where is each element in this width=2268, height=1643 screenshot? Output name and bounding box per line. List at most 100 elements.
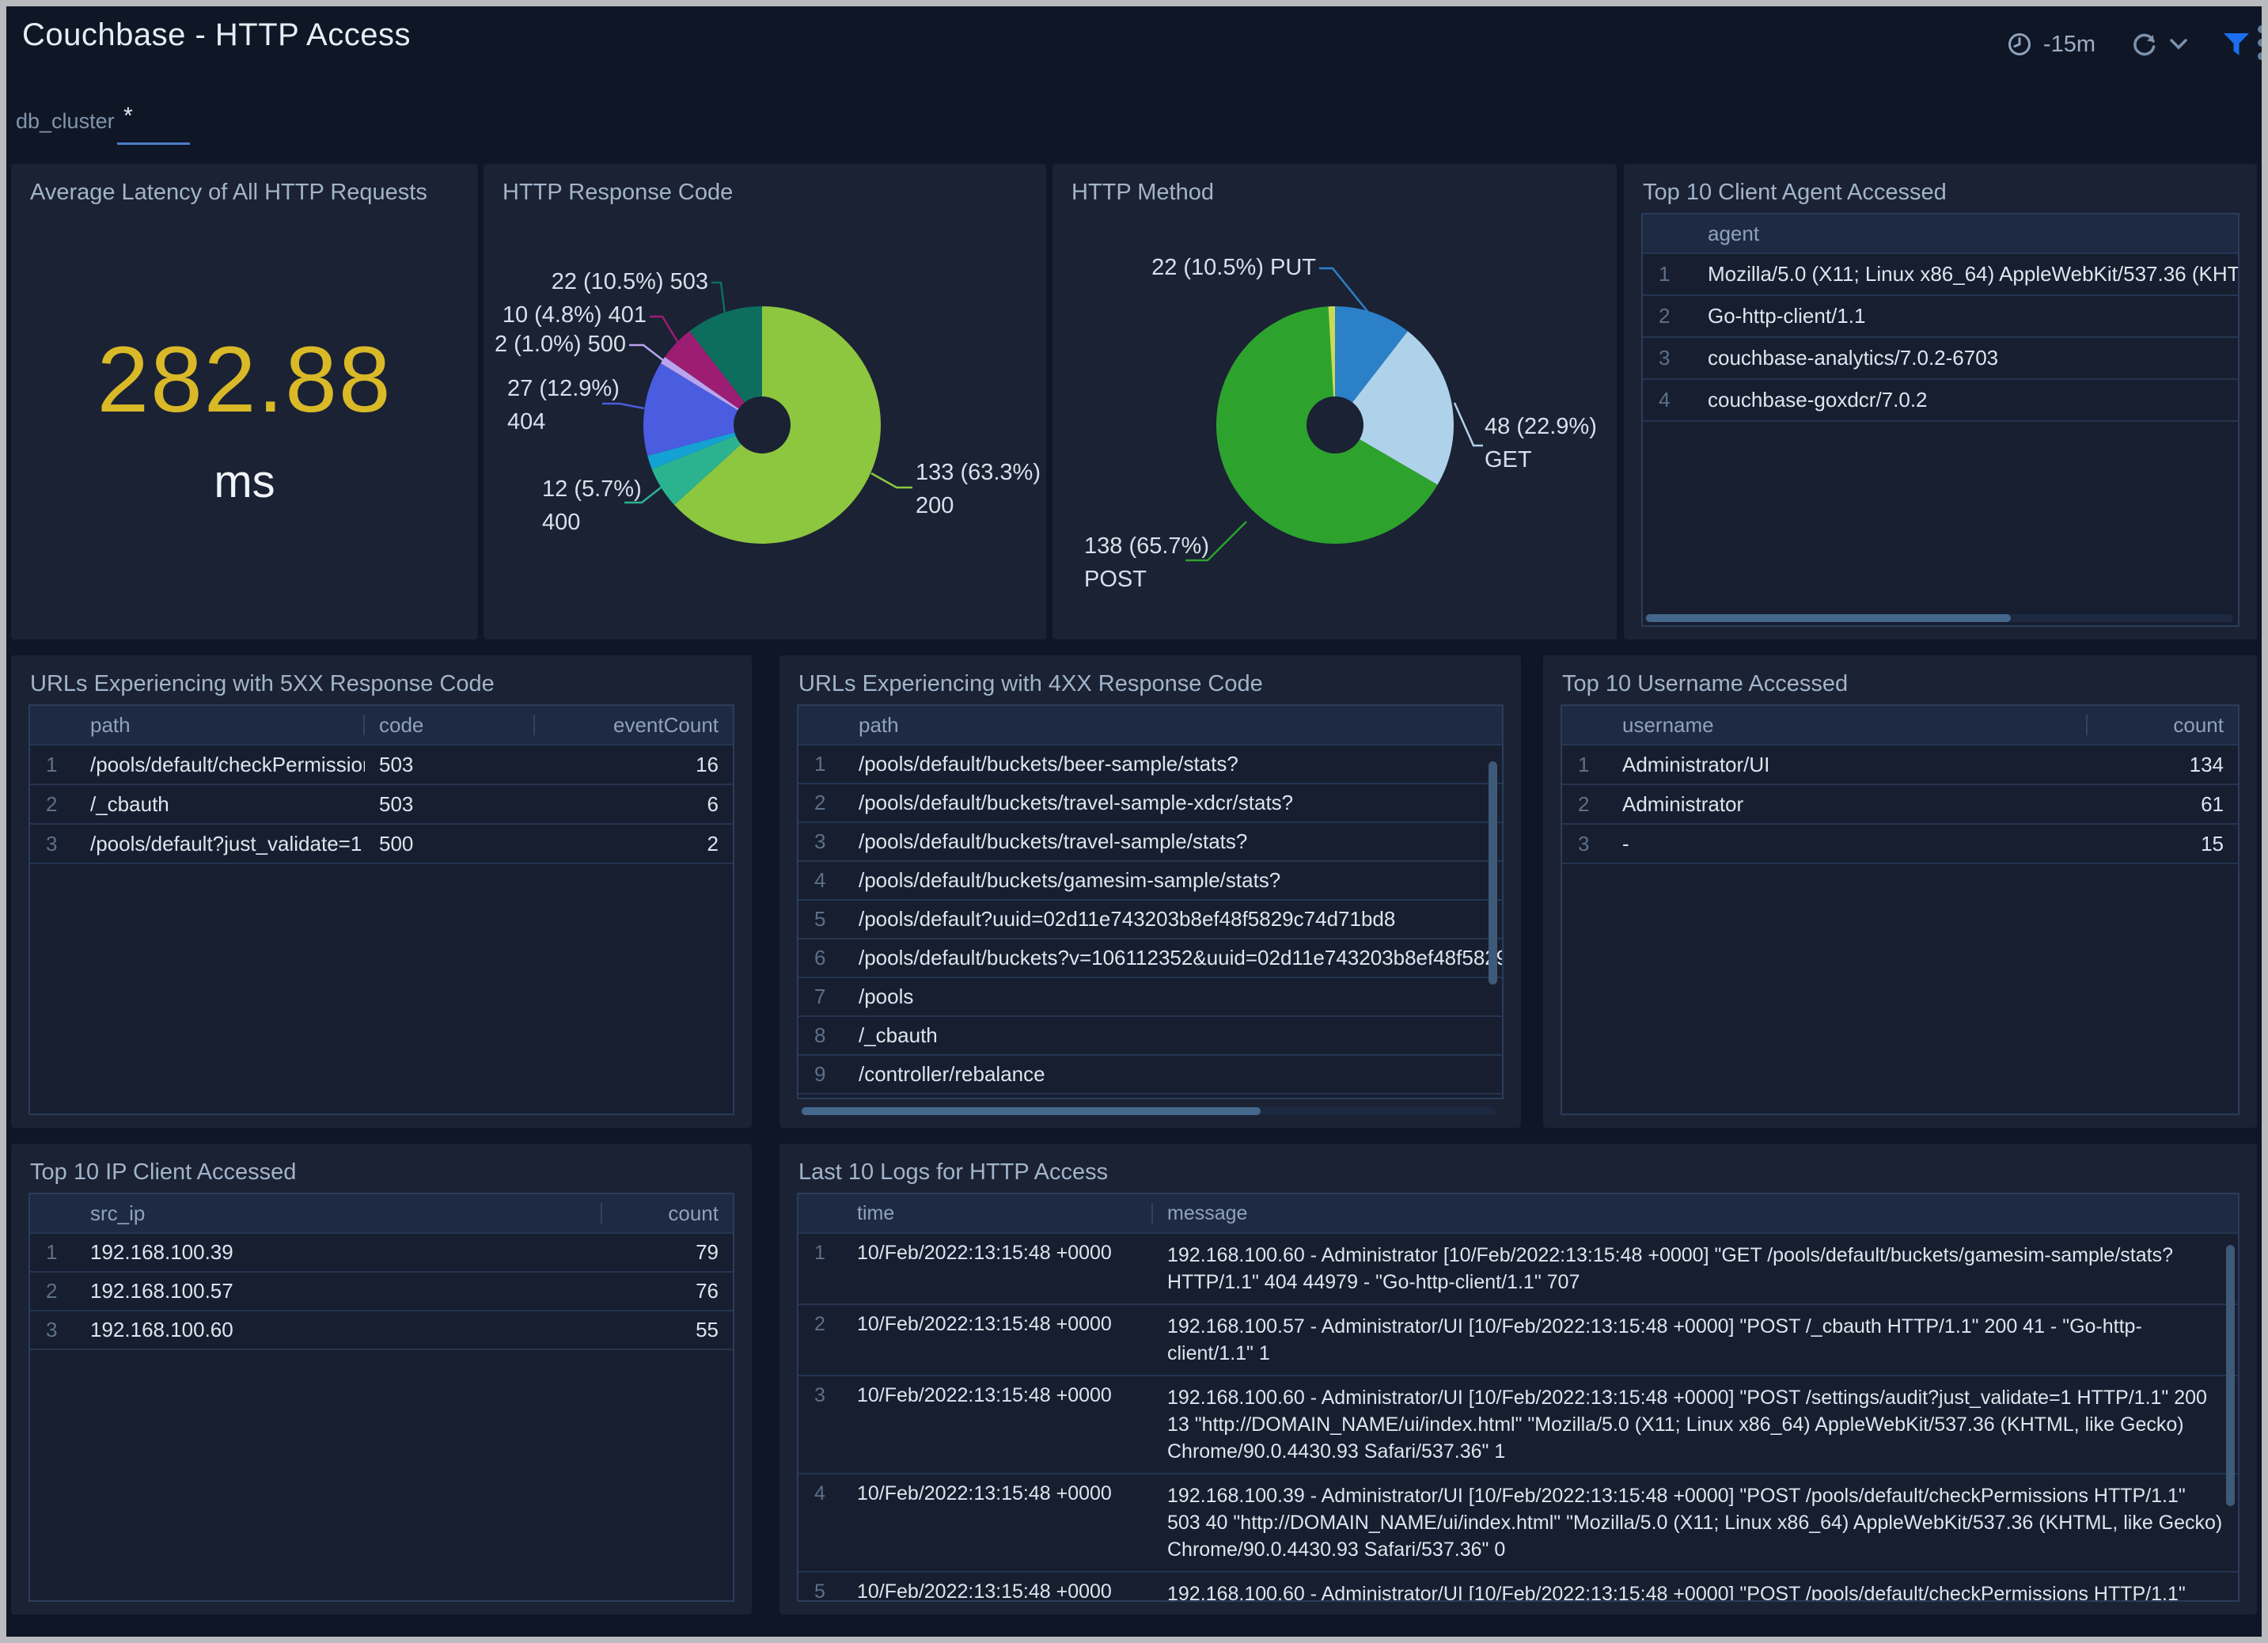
table-cell: 16 [535, 746, 733, 784]
window-frame: Couchbase - HTTP Access -15m db_cluster [0, 0, 2268, 1643]
table-cell: 10/Feb/2022:13:15:48 +0000 [843, 1474, 1153, 1571]
row-number: 2 [30, 1273, 76, 1310]
column-header[interactable]: src_ip [76, 1194, 602, 1232]
row-number: 4 [798, 862, 844, 899]
time-range-label[interactable]: -15m [2043, 32, 2095, 58]
panel-top-username: Top 10 Username Accessed usernamecount1A… [1543, 655, 2257, 1128]
table-row[interactable]: 8/_cbauth [798, 1017, 1502, 1056]
label-leader-line [629, 345, 664, 361]
clock-icon[interactable] [2007, 32, 2032, 57]
panel-top-client-agent: Top 10 Client Agent Accessed agent1Mozil… [1624, 164, 2257, 639]
table-row[interactable]: 1/pools/default/checkPermissions50316 [30, 746, 733, 785]
table-cell: 192.168.100.60 - Administrator/UI [10/Fe… [1153, 1376, 2238, 1473]
table-row[interactable]: 210/Feb/2022:13:15:48 +0000192.168.100.5… [798, 1305, 2238, 1376]
filter-icon[interactable] [2222, 31, 2251, 58]
toolbar: -15m [2007, 27, 2251, 62]
table-cell: 503 [365, 785, 535, 823]
table-row[interactable]: 2Go-http-client/1.1 [1643, 296, 2238, 338]
chevron-down-icon[interactable] [2170, 39, 2187, 50]
row-number-header [30, 1194, 76, 1232]
column-header[interactable]: time [843, 1194, 1153, 1232]
table-row[interactable]: 410/Feb/2022:13:15:48 +0000192.168.100.3… [798, 1474, 2238, 1573]
table-row[interactable]: 510/Feb/2022:13:15:48 +0000192.168.100.6… [798, 1573, 2238, 1602]
row-number: 4 [798, 1474, 843, 1571]
table-cell: Administrator/UI [1608, 746, 2088, 784]
pie-slice-label: 10 (4.8%) 401 [503, 302, 647, 328]
pie-slice-label: 22 (10.5%) 503 [552, 269, 708, 294]
vertical-scrollbar-thumb[interactable] [2226, 1245, 2235, 1506]
table-cell: couchbase-analytics/7.0.2-6703 [1693, 338, 2238, 378]
table-row[interactable]: 6/pools/default/buckets?v=106112352&uuid… [798, 939, 1502, 978]
horizontal-scrollbar-track[interactable] [800, 1107, 1496, 1115]
column-header[interactable]: message [1153, 1194, 2238, 1232]
row-number: 5 [798, 1573, 843, 1602]
variable-db-cluster-value[interactable]: * [123, 103, 133, 130]
table-row[interactable]: 1/pools/default/buckets/beer-sample/stat… [798, 746, 1502, 784]
panel-top-ip-client: Top 10 IP Client Accessed src_ipcount119… [11, 1144, 752, 1615]
table-row[interactable]: 9/controller/rebalance [798, 1056, 1502, 1095]
table-row[interactable]: 3192.168.100.6055 [30, 1311, 733, 1350]
response-code-donut-chart: 22 (10.5%) 50310 (4.8%) 4012 (1.0%) 5002… [484, 164, 1046, 639]
table-row[interactable]: 2Administrator61 [1562, 785, 2238, 825]
table-row[interactable]: 3-15 [1562, 825, 2238, 864]
row-number-header [1562, 706, 1608, 744]
table-row[interactable]: 4/pools/default/buckets/gamesim-sample/s… [798, 862, 1502, 901]
table-row[interactable]: 2/_cbauth5036 [30, 785, 733, 825]
logs-table: timemessage110/Feb/2022:13:15:48 +000019… [797, 1193, 2240, 1602]
column-header[interactable]: path [76, 706, 365, 744]
horizontal-scrollbar-track[interactable] [1644, 614, 2233, 622]
table-row[interactable]: 310/Feb/2022:13:15:48 +0000192.168.100.6… [798, 1376, 2238, 1474]
table-cell: 192.168.100.60 [76, 1311, 602, 1349]
table-header-row: src_ipcount [30, 1194, 733, 1234]
column-header[interactable]: agent [1693, 214, 2238, 252]
label-leader-line [871, 473, 912, 488]
table-row[interactable]: 1Administrator/UI134 [1562, 746, 2238, 785]
panel-last-logs: Last 10 Logs for HTTP Access timemessage… [779, 1144, 2257, 1615]
table-row[interactable]: 5/pools/default?uuid=02d11e743203b8ef48f… [798, 901, 1502, 939]
table-row[interactable]: 110/Feb/2022:13:15:48 +0000192.168.100.6… [798, 1234, 2238, 1305]
table-row[interactable]: 3/pools/default?just_validate=15002 [30, 825, 733, 864]
table-cell: /pools/default/buckets/gamesim-sample/st… [844, 862, 1502, 899]
pie-slice-label: GET [1485, 447, 1532, 472]
table-cell: 10/Feb/2022:13:15:48 +0000 [843, 1234, 1153, 1303]
column-header[interactable]: eventCount [535, 706, 733, 744]
table-row[interactable]: 3couchbase-analytics/7.0.2-6703 [1643, 338, 2238, 380]
column-header[interactable]: count [2088, 706, 2238, 744]
table-cell: 10/Feb/2022:13:15:48 +0000 [843, 1305, 1153, 1375]
table-cell: /pools/default/buckets/travel-sample-xdc… [844, 784, 1502, 822]
panel-http-method: 22 (10.5%) PUT48 (22.9%)GET138 (65.7%)PO… [1052, 164, 1617, 639]
table-cell: 10/Feb/2022:13:15:48 +0000 [843, 1376, 1153, 1473]
username-table: usernamecount1Administrator/UI1342Admini… [1561, 704, 2240, 1115]
column-header[interactable]: username [1608, 706, 2088, 744]
table-row[interactable]: 7/pools [798, 978, 1502, 1017]
table-header-row: agent [1643, 214, 2238, 254]
pie-slice-label: 12 (5.7%) [542, 476, 642, 502]
table-cell: 6 [535, 785, 733, 823]
table-row[interactable]: 4couchbase-goxdcr/7.0.2 [1643, 380, 2238, 422]
table-row[interactable]: 1192.168.100.3979 [30, 1234, 733, 1273]
page-title: Couchbase - HTTP Access [22, 17, 411, 53]
table-row[interactable]: 3/pools/default/buckets/travel-sample/st… [798, 823, 1502, 862]
table-cell: /controller/rebalance [844, 1056, 1502, 1093]
horizontal-scrollbar-thumb[interactable] [802, 1107, 1261, 1115]
kebab-menu-icon[interactable] [2256, 24, 2262, 66]
row-number: 2 [798, 1305, 843, 1375]
pie-slice-label: 404 [507, 409, 545, 434]
row-number: 5 [798, 901, 844, 938]
row-number: 7 [798, 978, 844, 1015]
row-number: 4 [1643, 380, 1693, 420]
table-row[interactable]: 2/pools/default/buckets/travel-sample-xd… [798, 784, 1502, 823]
table-cell: 192.168.100.39 [76, 1234, 602, 1271]
column-header[interactable]: path [844, 706, 1502, 744]
row-number: 6 [798, 939, 844, 977]
table-row[interactable]: 1Mozilla/5.0 (X11; Linux x86_64) AppleWe… [1643, 254, 2238, 296]
column-header[interactable]: code [365, 706, 535, 744]
table-row[interactable]: 2192.168.100.5776 [30, 1273, 733, 1311]
table-cell: - [1608, 825, 2088, 863]
vertical-scrollbar-thumb[interactable] [1489, 761, 1497, 985]
horizontal-scrollbar-thumb[interactable] [1646, 614, 2011, 622]
column-header[interactable]: count [602, 1194, 733, 1232]
refresh-icon[interactable] [2130, 30, 2159, 59]
pie-slice-label: 27 (12.9%) [507, 376, 620, 401]
ip-client-table: src_ipcount1192.168.100.39792192.168.100… [28, 1193, 734, 1602]
